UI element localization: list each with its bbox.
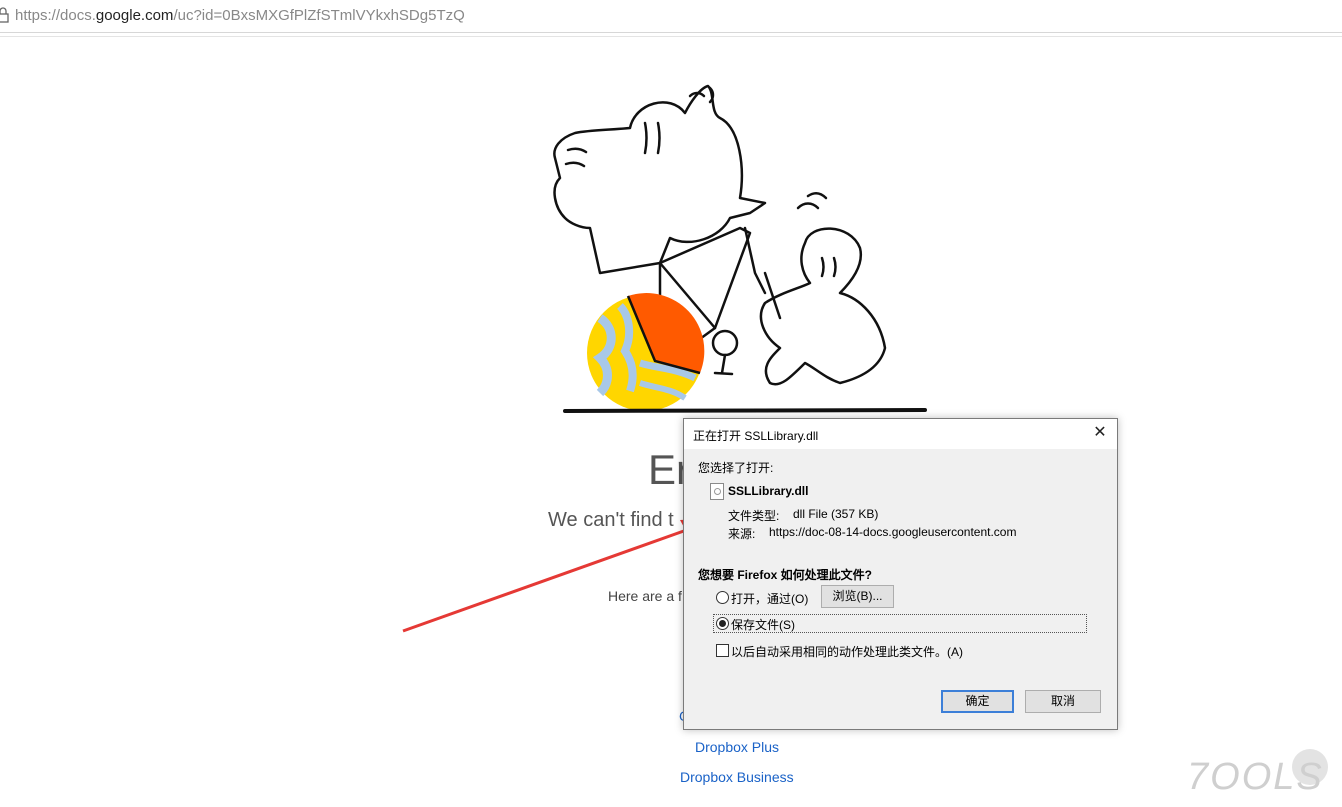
open-with-label[interactable]: 打开，通过(O) xyxy=(731,590,808,607)
file-type-label: 文件类型: xyxy=(728,509,780,523)
dialog-title: 正在打开 SSLLibrary.dll xyxy=(693,429,819,443)
save-file-label[interactable]: 保存文件(S) xyxy=(731,616,795,633)
file-name: SSLLibrary.dll xyxy=(728,484,809,498)
link-dropbox-plus[interactable]: Dropbox Plus xyxy=(695,739,779,755)
toolbar-divider xyxy=(0,36,1342,37)
file-type-value: dll File (357 KB) xyxy=(793,507,879,521)
remember-label[interactable]: 以后自动采用相同的动作处理此类文件。(A) xyxy=(731,643,963,660)
save-file-radio[interactable] xyxy=(716,617,729,630)
handling-question: 您想要 Firefox 如何处理此文件? xyxy=(698,568,873,582)
address-bar[interactable]: https://docs.google.com/uc?id=0BxsMXGfPl… xyxy=(0,0,1342,33)
open-file-dialog: 正在打开 SSLLibrary.dll ✕ 您选择了打开: SSLLibrary… xyxy=(683,418,1118,730)
link-dropbox-business[interactable]: Dropbox Business xyxy=(680,769,794,785)
url-domain: google.com xyxy=(95,7,174,24)
red-arrow xyxy=(402,518,715,633)
error-illustration xyxy=(553,84,927,413)
cancel-button[interactable]: 取消 xyxy=(1025,690,1101,713)
ok-button[interactable]: 确定 xyxy=(941,690,1014,713)
source-value: https://doc-08-14-docs.googleusercontent… xyxy=(769,525,1017,539)
lock-icon xyxy=(0,7,9,23)
source-label: 来源: xyxy=(728,527,756,541)
tools-watermark: 7OOLS xyxy=(1187,749,1328,798)
open-with-radio[interactable] xyxy=(716,591,729,604)
dialog-titlebar[interactable]: 正在打开 SSLLibrary.dll ✕ xyxy=(684,419,1117,449)
browse-button[interactable]: 浏览(B)... xyxy=(821,585,894,608)
remember-checkbox[interactable] xyxy=(716,644,729,657)
watermark-text: 7OOLS xyxy=(1187,756,1324,798)
chosen-label: 您选择了打开: xyxy=(698,461,774,475)
file-icon xyxy=(710,483,724,500)
close-icon[interactable]: ✕ xyxy=(1092,424,1108,442)
url-text[interactable]: https://docs.google.com/uc?id=0BxsMXGfPl… xyxy=(15,7,465,24)
